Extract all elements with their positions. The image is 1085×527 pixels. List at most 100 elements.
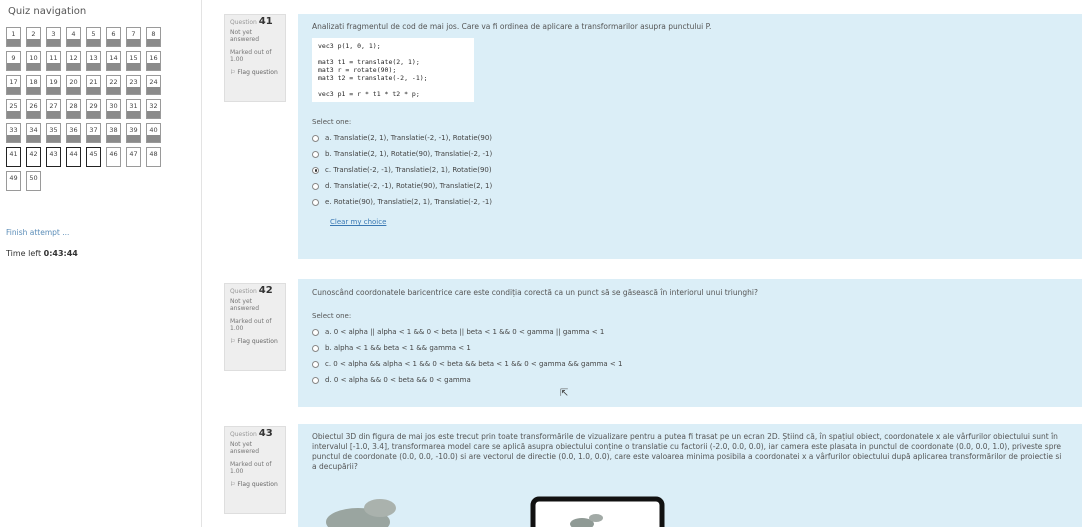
question-nav-button[interactable]: 4 [66,27,81,47]
question-number: 43 [258,428,273,439]
question-nav-button[interactable]: 23 [126,75,141,95]
finish-attempt-link[interactable]: Finish attempt ... [6,228,69,237]
answered-indicator [147,87,160,94]
answered-indicator [127,39,140,46]
question-nav-button[interactable]: 8 [146,27,161,47]
question-nav-button[interactable]: 12 [66,51,81,71]
question-nav-button[interactable]: 15 [126,51,141,71]
question-nav-button[interactable]: 26 [26,99,41,119]
question-nav-button[interactable]: 48 [146,147,161,167]
question-nav-number: 38 [109,126,118,134]
answered-indicator [147,135,160,142]
question-nav-button[interactable]: 29 [86,99,101,119]
answered-indicator [147,111,160,118]
question-nav-button[interactable]: 39 [126,123,141,143]
question-nav-button[interactable]: 2 [26,27,41,47]
question-nav-button[interactable]: 46 [106,147,121,167]
answered-indicator [107,135,120,142]
flag-question-button[interactable]: ⚐ Flag question [230,481,280,488]
question-nav-button[interactable]: 38 [106,123,121,143]
question-nav-button[interactable]: 31 [126,99,141,119]
flag-question-button[interactable]: ⚐ Flag question [230,338,280,345]
answer-option[interactable]: c. Translatie(-2, -1), Translatie(2, 1),… [312,166,1068,174]
radio-button[interactable] [312,328,319,336]
question-nav-button[interactable]: 35 [46,123,61,143]
answered-indicator [27,135,40,142]
question-nav-button[interactable]: 43 [46,147,61,167]
question-nav-button[interactable]: 41 [6,147,21,167]
question-nav-button[interactable]: 50 [26,171,41,191]
question-nav-button[interactable]: 32 [146,99,161,119]
question-nav-button[interactable]: 3 [46,27,61,47]
radio-button[interactable] [312,150,319,158]
question-nav-button[interactable]: 37 [86,123,101,143]
question-text: Obiectul 3D din figura de mai jos este t… [312,432,1062,471]
question-nav-button[interactable]: 36 [66,123,81,143]
answered-indicator [27,87,40,94]
question-nav-button[interactable]: 30 [106,99,121,119]
answer-option-label: d. Translatie(-2, -1), Rotatie(90), Tran… [325,182,493,190]
question-nav-number: 14 [109,54,118,62]
radio-button[interactable] [312,376,319,384]
question-nav-number: 8 [151,30,156,38]
question-state: Not yet answered [230,298,260,312]
question-nav-button[interactable]: 45 [86,147,101,167]
answer-option[interactable]: e. Rotatie(90), Translatie(2, 1), Transl… [312,198,1068,206]
question-nav-button[interactable]: 16 [146,51,161,71]
question-nav-button[interactable]: 1 [6,27,21,47]
question-nav-number: 10 [29,54,38,62]
question-nav-button[interactable]: 17 [6,75,21,95]
question-nav-button[interactable]: 49 [6,171,21,191]
answer-option[interactable]: b. Translatie(2, 1), Rotatie(90), Transl… [312,150,1068,158]
answer-option[interactable]: d. 0 < alpha && 0 < beta && 0 < gamma [312,376,1068,384]
answered-indicator [27,111,40,118]
answered-indicator [87,39,100,46]
question-nav-button[interactable]: 20 [66,75,81,95]
question-nav-button[interactable]: 27 [46,99,61,119]
question-number: 41 [258,16,273,27]
answer-option-label: d. 0 < alpha && 0 < beta && 0 < gamma [325,376,471,384]
question-nav-button[interactable]: 34 [26,123,41,143]
clear-choice-link[interactable]: Clear my choice [330,218,1068,226]
question-nav-button[interactable]: 28 [66,99,81,119]
question-nav-button[interactable]: 5 [86,27,101,47]
question-nav-button[interactable]: 47 [126,147,141,167]
question-nav-button[interactable]: 10 [26,51,41,71]
answer-option[interactable]: a. 0 < alpha || alpha < 1 && 0 < beta ||… [312,328,1068,336]
question-nav-button[interactable]: 24 [146,75,161,95]
radio-button[interactable] [312,182,319,190]
answer-option[interactable]: a. Translatie(2, 1), Translatie(-2, -1),… [312,134,1068,142]
question-nav-number: 46 [109,150,118,158]
question-nav-button[interactable]: 13 [86,51,101,71]
radio-button[interactable] [312,134,319,142]
flag-icon: ⚐ [230,69,236,76]
question-nav-button[interactable]: 9 [6,51,21,71]
question-nav-button[interactable]: 44 [66,147,81,167]
question-nav-button[interactable]: 25 [6,99,21,119]
question-nav-button[interactable]: 33 [6,123,21,143]
select-one-label: Select one: [312,118,352,126]
question-nav-button[interactable]: 11 [46,51,61,71]
question-number: 42 [258,285,273,296]
question-nav-button[interactable]: 19 [46,75,61,95]
answer-option[interactable]: b. alpha < 1 && beta < 1 && gamma < 1 [312,344,1068,352]
question-nav-button[interactable]: 42 [26,147,41,167]
question-nav-button[interactable]: 7 [126,27,141,47]
answer-option[interactable]: c. 0 < alpha && alpha < 1 && 0 < beta &&… [312,360,1068,368]
question-nav-button[interactable]: 21 [86,75,101,95]
flag-question-button[interactable]: ⚐ Flag question [230,69,280,76]
question-nav-button[interactable]: 18 [26,75,41,95]
radio-button[interactable] [312,198,319,206]
radio-button[interactable] [312,360,319,368]
answer-option[interactable]: d. Translatie(-2, -1), Rotatie(90), Tran… [312,182,1068,190]
answered-indicator [47,135,60,142]
question-nav-number: 12 [69,54,78,62]
question-nav-button[interactable]: 40 [146,123,161,143]
question-nav-button[interactable]: 14 [106,51,121,71]
answered-indicator [87,111,100,118]
radio-button[interactable] [312,344,319,352]
radio-button[interactable] [312,166,319,174]
question-nav-number: 24 [149,78,158,86]
question-nav-button[interactable]: 22 [106,75,121,95]
question-nav-button[interactable]: 6 [106,27,121,47]
